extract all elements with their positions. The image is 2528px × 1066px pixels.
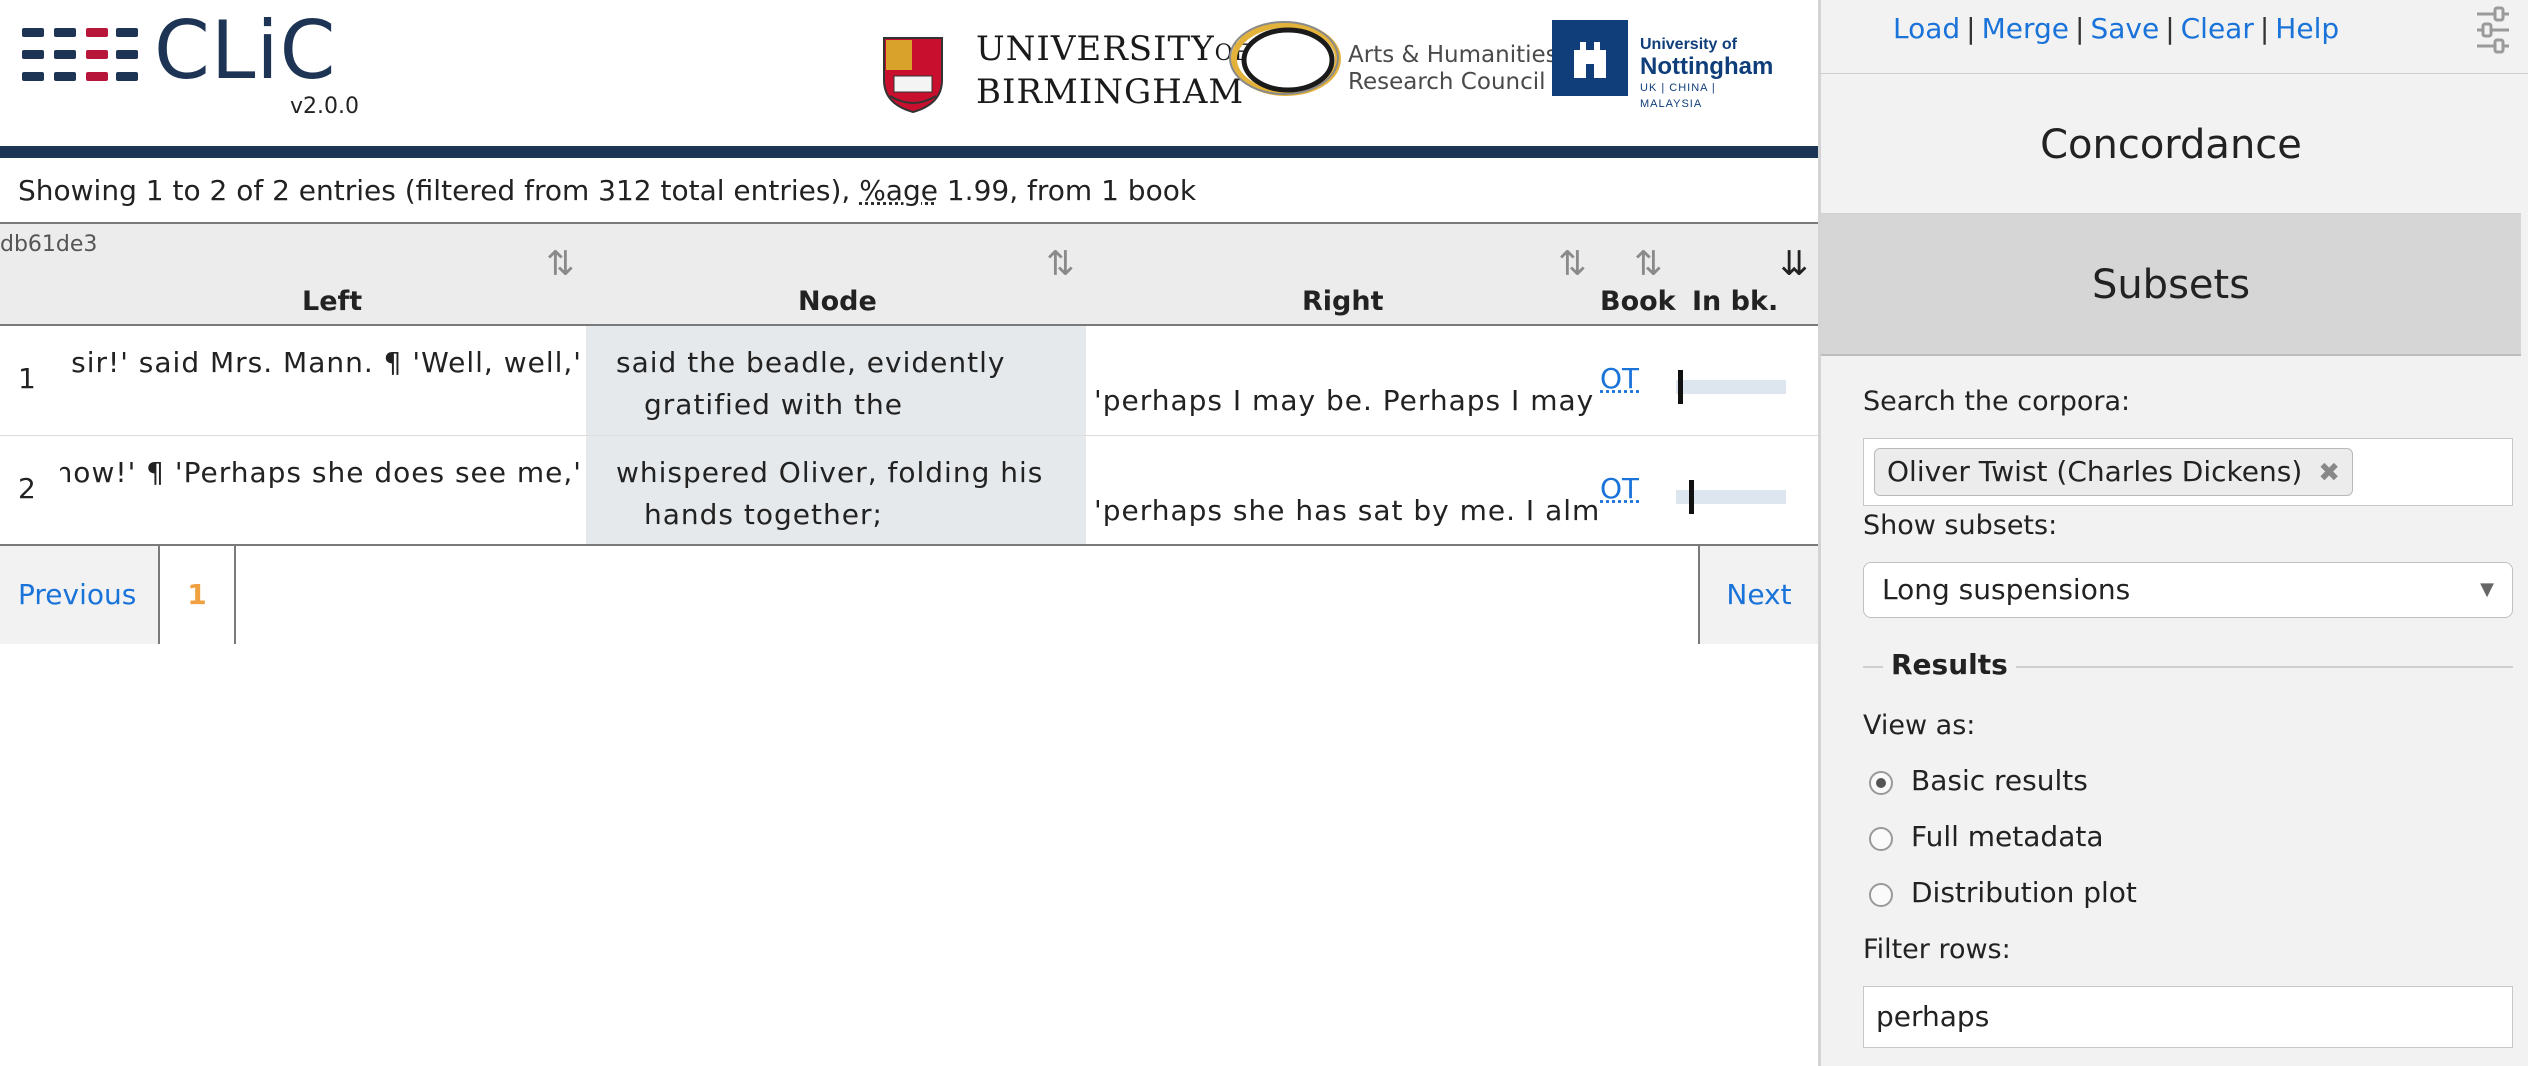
header-rule (0, 146, 1818, 158)
tab-subsets[interactable]: Subsets (1821, 214, 2521, 356)
app-name: CLiC (154, 4, 337, 97)
table-row[interactable]: 2 now!' ¶ 'Perhaps she does see me,' whi… (0, 436, 1818, 546)
view-as-label: View as: (1863, 710, 1976, 741)
previous-page-button[interactable]: Previous (0, 546, 160, 644)
book-cell: OT (1600, 472, 1639, 505)
uon-wordmark: University of Nottingham UK | CHINA | MA… (1640, 36, 1774, 110)
column-header-in-book[interactable]: In bk. (1692, 286, 1778, 317)
help-link[interactable]: Help (2275, 12, 2339, 45)
tab-concordance[interactable]: Concordance (1821, 76, 2521, 214)
subsets-select-value: Long suspensions (1882, 573, 2131, 606)
merge-link[interactable]: Merge (1982, 12, 2069, 45)
subsets-select[interactable]: Long suspensions ▼ (1863, 562, 2513, 618)
pagination: Previous 1 Next (0, 546, 1818, 644)
column-header-right[interactable]: Right (1302, 286, 1384, 317)
uob-wordmark: UNIVERSITYOF BIRMINGHAM (976, 29, 1250, 112)
node-text: said the beadle, evidently gratified wit… (586, 326, 1086, 435)
results-legend-title: Results (1883, 648, 2016, 681)
chevron-down-icon: ▼ (2480, 579, 2494, 600)
sort-desc-icon[interactable]: ⇊ (1780, 242, 1809, 286)
sort-left-icon[interactable]: ⇅ (546, 242, 575, 286)
radio-label: Full metadata (1911, 820, 2104, 853)
corpus-chip: Oliver Twist (Charles Dickens) ✖ (1874, 448, 2354, 496)
filter-rows-label: Filter rows: (1863, 934, 2011, 965)
tag-id: db61de3 (0, 232, 98, 257)
clic-logo-mark (22, 28, 138, 90)
radio-button[interactable] (1869, 771, 1893, 795)
table-row[interactable]: 1 sir, sir!' said Mrs. Mann. ¶ 'Well, we… (0, 326, 1818, 436)
node-text: whispered Oliver, folding his hands toge… (586, 436, 1086, 544)
sort-book-icon[interactable]: ⇅ (1634, 242, 1663, 286)
in-book-position-bar (1676, 370, 1786, 404)
concordance-table: db61de3 ⇅ Left ⇅ Node ⇅ Right ⇅ Book ⇊ I… (0, 222, 1818, 546)
column-header-left[interactable]: Left (302, 286, 362, 317)
remove-chip-icon[interactable]: ✖ (2318, 450, 2340, 496)
results-legend: Results (1863, 648, 2513, 688)
control-panel: Load | Merge | Save | Clear | Help Concordance S… (1818, 0, 2528, 1066)
settings-sliders-icon[interactable] (2473, 4, 2513, 56)
radio-label: Basic results (1911, 764, 2088, 797)
radio-button[interactable] (1869, 883, 1893, 907)
load-link[interactable]: Load (1893, 12, 1960, 45)
page-header: CLiC v2.0.0 UNIVERSITYOF BIRMINGHAM Arts… (0, 0, 1818, 146)
panel-toolbar: Load | Merge | Save | Clear | Help (1821, 0, 2528, 74)
next-page-button[interactable]: Next (1698, 546, 1818, 644)
current-page-button[interactable]: 1 (160, 546, 236, 644)
corpus-chip-label: Oliver Twist (Charles Dickens) (1887, 455, 2303, 488)
radio-label: Distribution plot (1911, 876, 2137, 909)
in-book-marker (1689, 480, 1694, 514)
uon-shield-icon (1552, 20, 1628, 96)
panel-menu: Load | Merge | Save | Clear | Help (1893, 12, 2340, 45)
app-version: v2.0.0 (290, 94, 359, 119)
right-context: 'perhaps she has sat by me. I almost fee… (1094, 494, 1600, 527)
save-link[interactable]: Save (2090, 12, 2159, 45)
filter-rows-input[interactable]: perhaps (1863, 986, 2513, 1048)
search-corpora-label: Search the corpora: (1863, 386, 2131, 417)
sort-right-icon[interactable]: ⇅ (1558, 242, 1587, 286)
corpus-select[interactable]: Oliver Twist (Charles Dickens) ✖ (1863, 438, 2513, 506)
column-header-node[interactable]: Node (798, 286, 877, 317)
table-header: db61de3 ⇅ Left ⇅ Node ⇅ Right ⇅ Book ⇊ I… (0, 222, 1818, 326)
radio-button[interactable] (1869, 827, 1893, 851)
ahrc-ring-icon (1229, 21, 1341, 96)
left-context: sir, sir!' said Mrs. Mann. ¶ 'Well, well… (60, 346, 582, 379)
row-number: 1 (18, 362, 36, 395)
in-book-marker (1678, 370, 1683, 404)
book-link[interactable]: OT (1600, 362, 1639, 395)
book-link[interactable]: OT (1600, 472, 1639, 505)
column-header-book[interactable]: Book (1600, 286, 1676, 317)
ahrc-wordmark: Arts & Humanities Research Council (1348, 42, 1558, 95)
percentage-abbr: %age (859, 174, 938, 207)
clic-logo[interactable]: CLiC v2.0.0 (22, 4, 362, 119)
right-context: 'perhaps I may be. Perhaps I may be, Mrs… (1094, 384, 1600, 417)
in-book-position-bar (1676, 480, 1786, 514)
uob-crest-icon (883, 37, 943, 114)
sort-node-icon[interactable]: ⇅ (1046, 242, 1075, 286)
results-info: Showing 1 to 2 of 2 entries (filtered fr… (18, 174, 1197, 207)
book-cell: OT (1600, 362, 1639, 395)
row-number: 2 (18, 472, 36, 505)
clear-link[interactable]: Clear (2181, 12, 2254, 45)
show-subsets-label: Show subsets: (1863, 510, 2058, 541)
left-context: now!' ¶ 'Perhaps she does see me,' (60, 456, 582, 489)
partner-logos: UNIVERSITYOF BIRMINGHAM Arts & Humanitie… (880, 18, 1780, 118)
